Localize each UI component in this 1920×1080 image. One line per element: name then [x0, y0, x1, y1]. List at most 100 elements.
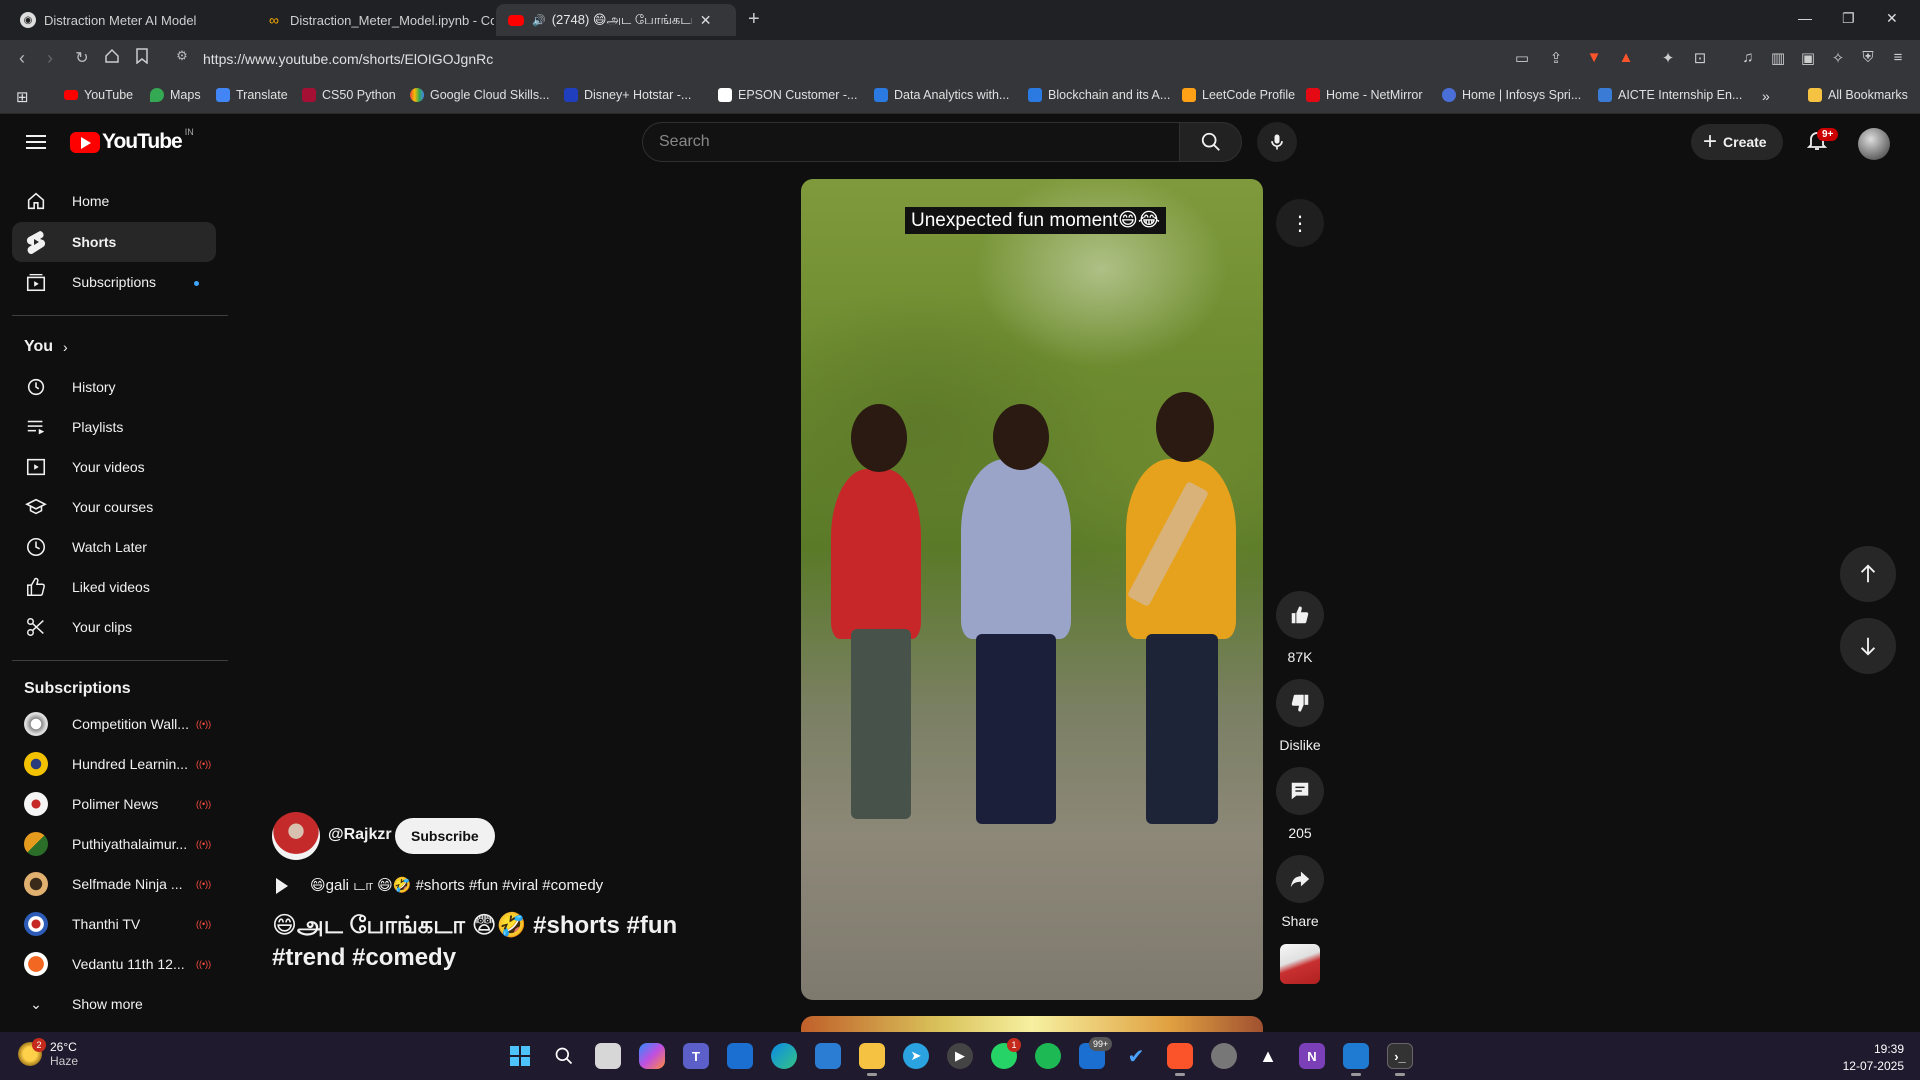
channel-avatar[interactable]	[272, 812, 320, 860]
search-button[interactable]	[1180, 122, 1242, 162]
bookmark-data-analytics[interactable]: Data Analytics with...	[874, 88, 1009, 102]
sidebar-item-your-courses[interactable]: Your courses	[12, 487, 216, 527]
wallet-icon[interactable]: ▣	[1798, 49, 1818, 69]
file-explorer-icon[interactable]	[859, 1043, 885, 1069]
vscode-icon[interactable]	[1343, 1043, 1369, 1069]
subscribe-button[interactable]: Subscribe	[395, 818, 495, 854]
edge-icon[interactable]	[771, 1043, 797, 1069]
bookmark-translate[interactable]: Translate	[216, 88, 288, 102]
page-scrollbar[interactable]	[1908, 116, 1920, 1032]
share-action[interactable]: Share	[1274, 855, 1326, 929]
sidebar-item-liked-videos[interactable]: Liked videos	[12, 567, 216, 607]
url-field[interactable]: https://www.youtube.com/shorts/ElOIGOJgn…	[203, 51, 493, 67]
bookmark-epson[interactable]: EPSON Customer -...	[718, 88, 857, 102]
youtube-logo[interactable]: YouTube IN	[70, 127, 194, 154]
sidebar-toggle-icon[interactable]: ▥	[1768, 49, 1788, 69]
like-button[interactable]	[1276, 591, 1324, 639]
sidebar-item-your-clips[interactable]: Your clips	[12, 607, 216, 647]
search-icon[interactable]	[551, 1043, 577, 1069]
brave-shields-icon[interactable]: ▼	[1584, 49, 1604, 69]
channel-name[interactable]: @Rajkzr	[328, 826, 392, 844]
bookmark-infosys[interactable]: Home | Infosys Spri...	[1442, 88, 1581, 102]
bookmark-netmirror[interactable]: Home - NetMirror	[1306, 88, 1423, 102]
brave-icon[interactable]	[1167, 1043, 1193, 1069]
apps-grid-icon[interactable]: ⊞	[16, 88, 29, 106]
new-tab-button[interactable]: +	[748, 8, 760, 31]
screenshot-icon[interactable]: ⊡	[1690, 49, 1710, 69]
copilot-icon[interactable]	[639, 1043, 665, 1069]
bookmark-hotstar[interactable]: Disney+ Hotstar -...	[564, 88, 691, 102]
reload-icon[interactable]: ↻	[70, 48, 94, 68]
cast-icon[interactable]: ▭	[1512, 49, 1532, 69]
comments-action[interactable]: 205	[1274, 767, 1326, 841]
autodesk-icon[interactable]: ▲	[1255, 1043, 1281, 1069]
speaker-icon[interactable]: 🔊	[532, 14, 546, 27]
search-input[interactable]	[643, 123, 1179, 161]
back-icon[interactable]: ‹	[10, 48, 34, 69]
bookmark-leetcode[interactable]: LeetCode Profile	[1182, 88, 1295, 102]
minimize-icon[interactable]: —	[1798, 10, 1812, 26]
sidebar-item-subscriptions[interactable]: Subscriptions	[12, 262, 216, 302]
bookmark-google-cloud[interactable]: Google Cloud Skills...	[410, 88, 550, 102]
onenote-icon[interactable]: N	[1299, 1043, 1325, 1069]
bookmark-blockchain[interactable]: Blockchain and its A...	[1028, 88, 1170, 102]
close-tab-icon[interactable]: ✕	[700, 12, 712, 29]
subscription-item[interactable]: Polimer News ((•))	[12, 784, 216, 824]
subscription-item[interactable]: Hundred Learnin... ((•))	[12, 744, 216, 784]
store-widget-icon[interactable]	[727, 1043, 753, 1069]
audio-track[interactable]: 😄gali டா 😄🤣 #shorts #fun #viral #comedy	[276, 876, 603, 896]
next-short-preview[interactable]	[801, 1016, 1263, 1032]
create-button[interactable]: + Create	[1691, 124, 1783, 160]
next-short-button[interactable]	[1840, 618, 1896, 674]
share-button[interactable]	[1276, 855, 1324, 903]
home-browser-icon[interactable]	[100, 48, 124, 69]
subscription-item[interactable]: Competition Wall... ((•))	[12, 704, 216, 744]
sidebar-you-heading[interactable]: You ›	[24, 338, 68, 356]
todo-icon[interactable]: ✔	[1123, 1043, 1149, 1069]
more-actions-button[interactable]: ⋮	[1276, 199, 1324, 247]
sidebar-item-shorts[interactable]: Shorts	[12, 222, 216, 262]
telegram-icon[interactable]: ➤	[903, 1043, 929, 1069]
bookmark-aicte[interactable]: AICTE Internship En...	[1598, 88, 1742, 102]
sidebar-item-home[interactable]: Home	[12, 181, 216, 221]
sidebar-item-your-videos[interactable]: Your videos	[12, 447, 216, 487]
subscription-item[interactable]: Selfmade Ninja ... ((•))	[12, 864, 216, 904]
share-page-icon[interactable]: ⇪	[1546, 49, 1566, 69]
account-avatar[interactable]	[1858, 128, 1890, 160]
site-settings-icon[interactable]: ⚙	[170, 48, 194, 64]
windows-start-icon[interactable]	[507, 1043, 533, 1069]
weather-widget[interactable]: 26°C Haze	[18, 1040, 78, 1068]
forward-icon[interactable]: ›	[38, 48, 62, 69]
terminal-icon[interactable]: ›_	[1387, 1043, 1413, 1069]
media-icon[interactable]: ♫	[1738, 49, 1758, 69]
close-window-icon[interactable]: ✕	[1886, 10, 1898, 27]
extensions-icon[interactable]: ✦	[1658, 49, 1678, 69]
dislike-action[interactable]: Dislike	[1274, 679, 1326, 753]
comments-button[interactable]	[1276, 767, 1324, 815]
bookmark-maps[interactable]: Maps	[150, 88, 201, 102]
vpn-icon[interactable]: ⛨	[1858, 49, 1878, 69]
sidebar-item-playlists[interactable]: Playlists	[12, 407, 216, 447]
dislike-button[interactable]	[1276, 679, 1324, 727]
all-bookmarks[interactable]: All Bookmarks	[1808, 88, 1908, 102]
bookmark-icon[interactable]	[130, 48, 154, 69]
previous-short-button[interactable]	[1840, 546, 1896, 602]
guide-menu-icon[interactable]	[24, 131, 48, 155]
restore-icon[interactable]: ❐	[1842, 10, 1855, 27]
more-bookmarks-icon[interactable]: »	[1762, 88, 1770, 104]
brave-rewards-icon[interactable]: ▲	[1616, 49, 1636, 69]
teams-icon[interactable]: T	[683, 1043, 709, 1069]
show-more-button[interactable]: ⌄ Show more	[12, 984, 216, 1024]
system-clock[interactable]: 19:39 12-07-2025	[1838, 1041, 1904, 1075]
subscription-item[interactable]: Vedantu 11th 12... ((•))	[12, 944, 216, 984]
microsoft-store-icon[interactable]	[815, 1043, 841, 1069]
leo-ai-icon[interactable]: ✧	[1828, 49, 1848, 69]
subscription-item[interactable]: Thanthi TV ((•))	[12, 904, 216, 944]
media-player-icon[interactable]: ▶	[947, 1043, 973, 1069]
task-view-icon[interactable]	[595, 1043, 621, 1069]
sidebar-item-watch-later[interactable]: Watch Later	[12, 527, 216, 567]
bookmark-cs50[interactable]: CS50 Python	[302, 88, 396, 102]
voice-search-button[interactable]	[1257, 122, 1297, 162]
browser-menu-icon[interactable]: ≡	[1888, 49, 1908, 69]
clock-app-icon[interactable]	[1211, 1043, 1237, 1069]
